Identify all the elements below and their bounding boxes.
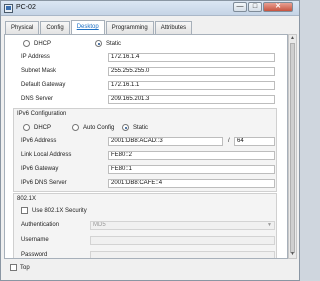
ipv6-header: IPv6 Configuration (17, 111, 67, 117)
title-bar: PC-02 — □ ✕ (1, 1, 299, 16)
subnet-mask-field[interactable]: 255.255.255.0 (108, 67, 275, 76)
dot1x-header: 802.1X (17, 196, 37, 202)
ipv4-static-label: Static (106, 40, 122, 47)
authentication-value: MD5 (93, 222, 106, 228)
ipv6-dns-server-field[interactable]: 2001:DB8:CAFE::4 (108, 179, 275, 188)
top-checkbox[interactable] (10, 264, 17, 271)
ipv4-dhcp-label: DHCP (34, 40, 52, 47)
ipv6-prefix-field[interactable]: 64 (234, 137, 275, 146)
ipv6-auto-config-label: Auto Config (83, 124, 115, 131)
username-label: Username (21, 237, 49, 243)
radio-selected-icon (95, 40, 102, 47)
ip-configuration-panel: DHCP Static IP Address 172.16.1.4 Subnet… (4, 34, 288, 259)
ipv4-dhcp-radio[interactable]: DHCP (23, 39, 51, 48)
dns-server-label: DNS Server (21, 96, 54, 102)
tab-attributes[interactable]: Attributes (154, 21, 193, 34)
username-field[interactable] (90, 236, 275, 245)
window-title: PC-02 (16, 4, 36, 11)
radio-icon (72, 124, 79, 131)
ipv6-address-field[interactable]: 2001:DB8:ACAD::3 (108, 137, 223, 146)
pc-icon (4, 4, 13, 13)
ipv6-dns-server-label: IPv6 DNS Server (21, 180, 67, 186)
use-8021x-label: Use 802.1X Security (32, 208, 87, 214)
ipv6-static-label: Static (133, 124, 149, 131)
tab-desktop[interactable]: Desktop (70, 20, 105, 34)
default-gateway-field[interactable]: 172.16.1.1 (108, 81, 275, 90)
ipv6-dhcp-label: DHCP (34, 124, 52, 131)
radio-icon (23, 124, 30, 131)
top-label: Top (20, 265, 30, 271)
tab-physical[interactable]: Physical (5, 21, 40, 34)
radio-icon (23, 40, 30, 47)
scroll-up-arrow-icon[interactable]: ▲ (289, 35, 296, 42)
link-local-address-field[interactable]: FE80::2 (108, 151, 275, 160)
ipv6-static-radio[interactable]: Static (122, 123, 148, 132)
radio-selected-icon (122, 124, 129, 131)
authentication-label: Authentication (21, 222, 60, 228)
close-button[interactable]: ✕ (263, 2, 293, 12)
subnet-mask-label: Subnet Mask (21, 68, 57, 74)
vertical-scrollbar[interactable]: ▲ ▼ (288, 34, 297, 259)
scrollbar-thumb[interactable] (290, 43, 295, 253)
scroll-down-arrow-icon[interactable]: ▼ (289, 251, 296, 258)
default-gateway-label: Default Gateway (21, 82, 66, 88)
password-label: Password (21, 252, 48, 258)
chevron-down-icon: ▼ (267, 222, 272, 228)
link-local-address-label: Link Local Address (21, 152, 72, 158)
ip-address-label: IP Address (21, 54, 50, 60)
tab-programming[interactable]: Programming (105, 21, 154, 34)
ipv4-static-radio[interactable]: Static (95, 39, 121, 48)
ipv6-gateway-field[interactable]: FE80::1 (108, 165, 275, 174)
minimize-button[interactable]: — (233, 2, 247, 12)
tab-bar: Physical Config Desktop Programming Attr… (5, 20, 193, 34)
ip-address-field[interactable]: 172.16.1.4 (108, 53, 275, 62)
authentication-select[interactable]: MD5 ▼ (90, 221, 275, 230)
app-window: PC-02 — □ ✕ Physical Config Desktop Prog… (0, 0, 300, 281)
ipv6-dhcp-radio[interactable]: DHCP (23, 123, 51, 132)
ipv6-address-label: IPv6 Address (21, 138, 57, 144)
use-8021x-checkbox[interactable] (21, 207, 28, 214)
prefix-slash: / (228, 138, 230, 144)
ipv6-gateway-label: IPv6 Gateway (21, 166, 59, 172)
ipv6-auto-config-radio[interactable]: Auto Config (72, 123, 114, 132)
maximize-button[interactable]: □ (248, 2, 262, 12)
dns-server-field[interactable]: 209.165.201.3 (108, 95, 275, 104)
password-field[interactable] (90, 251, 275, 258)
tab-config[interactable]: Config (40, 21, 70, 34)
